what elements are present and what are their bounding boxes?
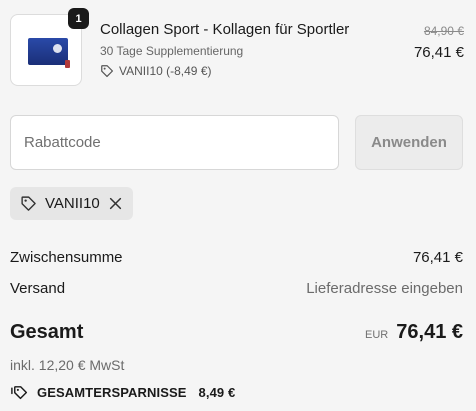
product-box-image bbox=[28, 38, 68, 65]
total-value: 76,41 € bbox=[396, 321, 463, 343]
tag-icon bbox=[21, 196, 36, 211]
product-box-accent bbox=[65, 60, 70, 68]
currency-code: EUR bbox=[365, 329, 389, 341]
shipping-row: Versand Lieferadresse eingeben bbox=[10, 280, 463, 297]
tax-note: inkl. 12,20 € MwSt bbox=[10, 357, 125, 373]
product-discount-label: VANII10 (-8,49 €) bbox=[119, 64, 212, 78]
line-price: 76,41 € bbox=[413, 44, 464, 61]
product-subtitle: 30 Tage Supplementierung bbox=[100, 44, 244, 58]
savings-value: 8,49 € bbox=[198, 385, 236, 400]
line-item: 1 Collagen Sport - Kollagen für Sportler… bbox=[10, 8, 464, 88]
original-price: 84,90 € bbox=[423, 24, 464, 38]
tag-icon bbox=[101, 65, 114, 78]
quantity-badge: 1 bbox=[68, 8, 89, 29]
applied-discount-chip: VANII10 bbox=[10, 187, 133, 220]
total-label: Gesamt bbox=[10, 321, 84, 343]
close-icon bbox=[110, 197, 122, 210]
apply-button[interactable]: Anwenden bbox=[355, 115, 463, 170]
savings-tag-icon bbox=[11, 386, 28, 400]
subtotal-value: 76,41 € bbox=[412, 249, 463, 266]
total-savings: GESAMTERSPARNISSE 8,49 € bbox=[10, 384, 235, 401]
applied-code-label: VANII10 bbox=[45, 195, 100, 212]
discount-code-input[interactable] bbox=[10, 115, 339, 170]
shipping-label: Versand bbox=[10, 280, 66, 297]
product-discount: VANII10 (-8,49 €) bbox=[100, 64, 211, 78]
subtotal-label: Zwischensumme bbox=[10, 249, 123, 266]
total-amount-group: EUR 76,41 € bbox=[365, 321, 463, 344]
subtotal-row: Zwischensumme 76,41 € bbox=[10, 249, 463, 266]
savings-label: GESAMTERSPARNISSE bbox=[37, 385, 187, 400]
remove-code-button[interactable] bbox=[108, 196, 124, 212]
shipping-value: Lieferadresse eingeben bbox=[306, 280, 463, 297]
product-title: Collagen Sport - Kollagen für Sportler bbox=[100, 21, 350, 38]
total-row: Gesamt EUR 76,41 € bbox=[10, 321, 463, 344]
